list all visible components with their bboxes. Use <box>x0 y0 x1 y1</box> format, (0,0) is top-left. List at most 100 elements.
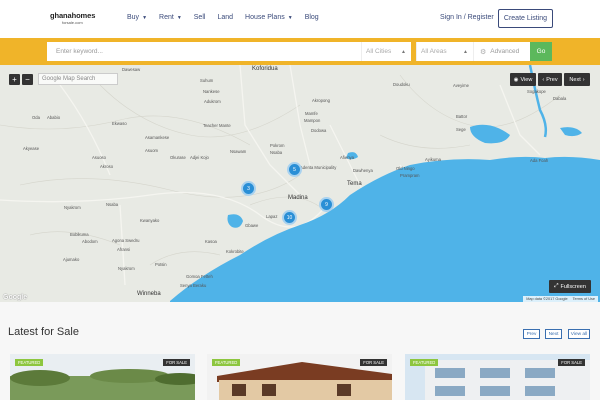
map-label: Gomoa Fetteh <box>186 274 213 279</box>
map-label: Tema <box>347 181 362 187</box>
property-map[interactable]: + − Google Map Search ◉ View ‹ Prev Next › … <box>0 65 600 302</box>
map-label: Asuoso <box>92 155 106 160</box>
terms-link[interactable]: Terms of Use <box>573 297 595 301</box>
map-label: Ekwaso <box>112 121 127 126</box>
nav-item-sell[interactable]: Sell <box>194 14 206 21</box>
map-label: Mamfe <box>305 111 318 116</box>
map-cluster[interactable]: 3 <box>241 181 256 196</box>
caret-down-icon: ▼ <box>176 15 182 21</box>
map-label: Okurase <box>170 155 186 160</box>
map-cluster[interactable]: 9 <box>319 197 334 212</box>
main-nav: Buy ▼ Rent ▼ Sell Land House Plans ▼ Blog <box>127 14 331 21</box>
map-label: Ada Foah <box>530 158 549 163</box>
city-select[interactable]: All Cities ▲ <box>361 42 411 61</box>
sort-arrows-icon: ▲ <box>401 48 406 55</box>
map-label: Kokrobite <box>226 249 244 254</box>
map-label: Adjei Kojo <box>190 155 209 160</box>
keyword-search-input[interactable]: Enter keyword... <box>47 42 361 61</box>
map-label: Senya Beraku <box>180 283 207 288</box>
nav-item-blog[interactable]: Blog <box>305 14 319 21</box>
zoom-out-button[interactable]: − <box>22 74 33 85</box>
gear-icon: ⚙ <box>480 48 487 56</box>
map-label: Suhum <box>200 78 214 83</box>
advanced-search-button[interactable]: ⚙ Advanced <box>473 42 530 61</box>
property-card[interactable]: FEATURED FOR SALE <box>10 354 195 400</box>
map-search-input[interactable]: Google Map Search <box>38 73 118 85</box>
latest-for-sale-section: Latest for Sale Prev Next View all FEATU… <box>0 302 600 400</box>
section-title: Latest for Sale <box>8 326 79 338</box>
map-label: Gbawe <box>245 223 259 228</box>
map-label: Sege <box>456 127 466 132</box>
map-label: Dawhenya <box>353 168 373 173</box>
fullscreen-button[interactable]: ⤢ Fullscreen <box>549 280 591 293</box>
map-label: Ayikuma <box>425 157 441 162</box>
site-logo[interactable]: ghanahomes forsale.com <box>50 11 102 29</box>
map-label: Ababio <box>47 115 61 120</box>
map-label: Koforidua <box>252 66 278 72</box>
map-label: Dabala <box>553 96 567 101</box>
map-next-button[interactable]: Next › <box>564 73 590 86</box>
latest-prev-button[interactable]: Prev <box>523 329 540 339</box>
map-label: Afransi <box>117 247 131 252</box>
for-sale-badge: FOR SALE <box>558 359 585 366</box>
map-view-button[interactable]: ◉ View <box>510 73 536 86</box>
featured-badge: FEATURED <box>212 359 241 366</box>
view-all-button[interactable]: View all <box>568 329 590 339</box>
map-label: Teacher Mante <box>203 123 231 128</box>
nav-item-house-plans[interactable]: House Plans ▼ <box>245 14 293 21</box>
nav-item-land[interactable]: Land <box>217 14 233 21</box>
advanced-label: Advanced <box>490 48 520 55</box>
latest-next-button[interactable]: Next <box>545 329 562 339</box>
map-label: Mampon <box>304 118 321 123</box>
map-label: Dodowa <box>311 128 327 133</box>
map-cluster[interactable]: 10 <box>282 210 297 225</box>
signin-register-link[interactable]: Sign In / Register <box>440 14 494 21</box>
map-label: Kwanyako <box>140 218 160 223</box>
prev-label: Prev <box>546 76 558 83</box>
map-label: Battor <box>456 114 468 119</box>
map-label: Pokrom <box>270 143 285 148</box>
city-select-value: All Cities <box>366 48 392 55</box>
featured-badge: FEATURED <box>15 359 44 366</box>
map-label: Nsaba <box>270 150 283 155</box>
map-label: Nyakrom <box>118 266 135 271</box>
map-label: Prampram <box>400 173 420 178</box>
featured-badge: FEATURED <box>410 359 439 366</box>
map-canvas <box>0 65 600 302</box>
nav-item-buy[interactable]: Buy ▼ <box>127 14 147 21</box>
chevron-right-icon: › <box>582 76 585 83</box>
property-card[interactable]: FEATURED FOR SALE <box>207 354 392 400</box>
map-label: Afienya <box>340 155 354 160</box>
area-select-value: All Areas <box>421 48 447 55</box>
chevron-left-icon: ‹ <box>542 76 545 83</box>
map-label: Akropong <box>312 98 330 103</box>
go-button[interactable]: Go <box>530 42 552 61</box>
map-label: Dawesaw <box>122 67 141 72</box>
caret-down-icon: ▼ <box>287 15 293 21</box>
create-listing-button[interactable]: Create Listing <box>498 9 553 28</box>
map-label: Asamankese <box>145 135 170 140</box>
map-label: Agona Swedru <box>112 238 140 243</box>
for-sale-badge: FOR SALE <box>360 359 387 366</box>
nav-label: Rent <box>159 14 174 21</box>
map-label: Akroso <box>100 164 114 169</box>
nav-item-rent[interactable]: Rent ▼ <box>159 14 182 21</box>
map-label: Nsaba <box>106 202 119 207</box>
fullscreen-label: Fullscreen <box>560 283 586 290</box>
map-label: Asuom <box>145 148 159 153</box>
map-label: Doudoku <box>393 82 410 87</box>
map-label: Lapaz <box>266 214 278 219</box>
map-label: Adukrom <box>204 99 221 104</box>
map-cluster[interactable]: 5 <box>287 162 302 177</box>
property-card[interactable]: FEATURED FOR SALE <box>405 354 590 400</box>
area-select[interactable]: All Areas ▲ <box>416 42 473 61</box>
map-prev-button[interactable]: ‹ Prev <box>538 73 562 86</box>
search-bar: Enter keyword... All Cities ▲ All Areas … <box>0 38 600 65</box>
google-logo: Google <box>3 294 28 301</box>
nav-label: Buy <box>127 14 140 21</box>
zoom-in-button[interactable]: + <box>9 74 20 85</box>
map-label: Bobikuma <box>70 232 89 237</box>
map-label: Ajumako <box>63 257 80 262</box>
map-label: Potsin <box>155 262 167 267</box>
logo-sub-text: forsale.com <box>62 20 83 25</box>
